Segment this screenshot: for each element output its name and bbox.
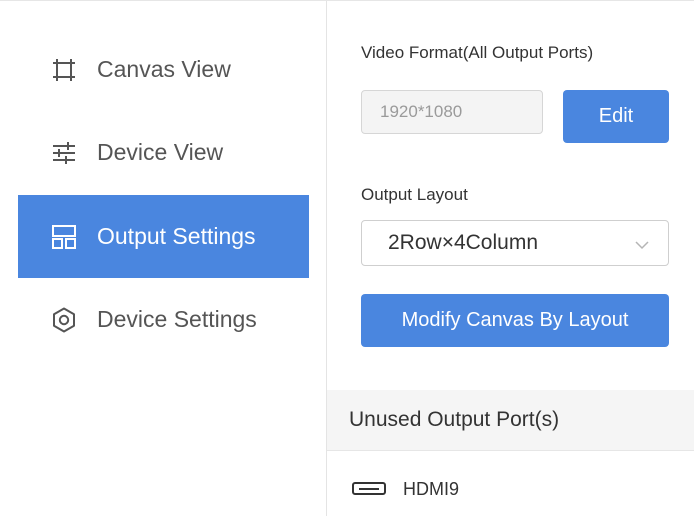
gear-icon: [50, 306, 78, 334]
layout-grid-icon: [50, 223, 78, 251]
unused-output-ports-title: Unused Output Port(s): [349, 408, 560, 431]
sidebar-item-output-settings[interactable]: Output Settings: [18, 195, 309, 278]
sliders-icon: [50, 139, 78, 167]
modify-canvas-by-layout-button[interactable]: Modify Canvas By Layout: [361, 294, 669, 347]
app-window: Canvas View Device View Output Settings …: [0, 0, 694, 516]
list-item-hdmi9[interactable]: HDMI9: [351, 473, 459, 505]
video-format-input[interactable]: 1920*1080: [361, 90, 543, 134]
chevron-down-icon: [634, 235, 650, 259]
output-layout-label: Output Layout: [361, 185, 468, 204]
sidebar-item-label: Device Settings: [97, 306, 257, 332]
port-label: HDMI9: [403, 478, 460, 499]
video-format-label: Video Format(All Output Ports): [361, 43, 594, 62]
sidebar-item-device-settings[interactable]: Device Settings: [18, 278, 309, 361]
edit-button[interactable]: Edit: [563, 90, 669, 143]
sidebar-item-label: Device View: [97, 139, 224, 165]
output-settings-panel: Video Format(All Output Ports) 1920*1080…: [327, 1, 694, 516]
sidebar-item-label: Output Settings: [97, 223, 256, 249]
canvas-view-icon: [50, 56, 78, 84]
hdmi-port-icon: [351, 480, 387, 498]
output-layout-select[interactable]: 2Row×4Column: [361, 220, 669, 266]
output-layout-value: 2Row×4Column: [388, 231, 538, 254]
sidebar-item-device-view[interactable]: Device View: [18, 111, 309, 194]
sidebar-item-label: Canvas View: [97, 56, 231, 82]
sidebar: Canvas View Device View Output Settings …: [0, 1, 326, 516]
unused-output-ports-header: Unused Output Port(s): [327, 390, 694, 451]
sidebar-item-canvas-view[interactable]: Canvas View: [18, 28, 309, 111]
